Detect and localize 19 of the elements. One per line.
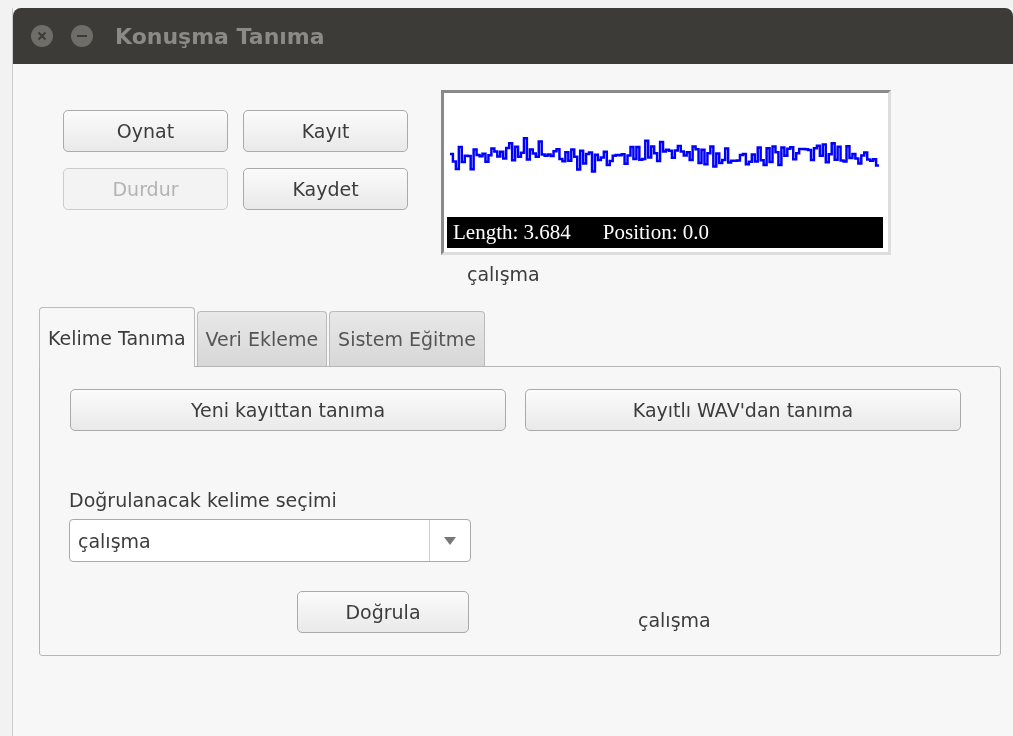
recognize-button[interactable]: Yeni kayıttan tanıma [70, 389, 506, 431]
window-title: Konuşma Tanıma [115, 23, 325, 49]
tab[interactable]: Kelime Tanıma [39, 307, 195, 367]
recognized-word: çalışma [467, 263, 541, 285]
control-button[interactable]: Kaydet [243, 168, 408, 210]
length-text: Length: 3.684 [453, 220, 571, 245]
close-icon[interactable] [31, 25, 53, 47]
result-text: çalışma [638, 609, 712, 631]
minimize-icon[interactable] [71, 25, 93, 47]
tab[interactable]: Sistem Eğitme [329, 311, 485, 366]
tab[interactable]: Veri Ekleme [196, 311, 328, 366]
position-text: Position: 0.0 [602, 220, 710, 245]
control-button[interactable]: Kayıt [243, 110, 408, 152]
dropdown-arrow-icon [444, 536, 456, 545]
select-label: Doğrulanacak kelime seçimi [69, 489, 338, 511]
recognize-button[interactable]: Kayıtlı WAV'dan tanıma [525, 389, 961, 431]
control-button[interactable]: Oynat [63, 110, 228, 152]
verify-button[interactable]: Doğrula [297, 591, 469, 633]
word-dropdown[interactable]: çalışma [69, 519, 471, 562]
